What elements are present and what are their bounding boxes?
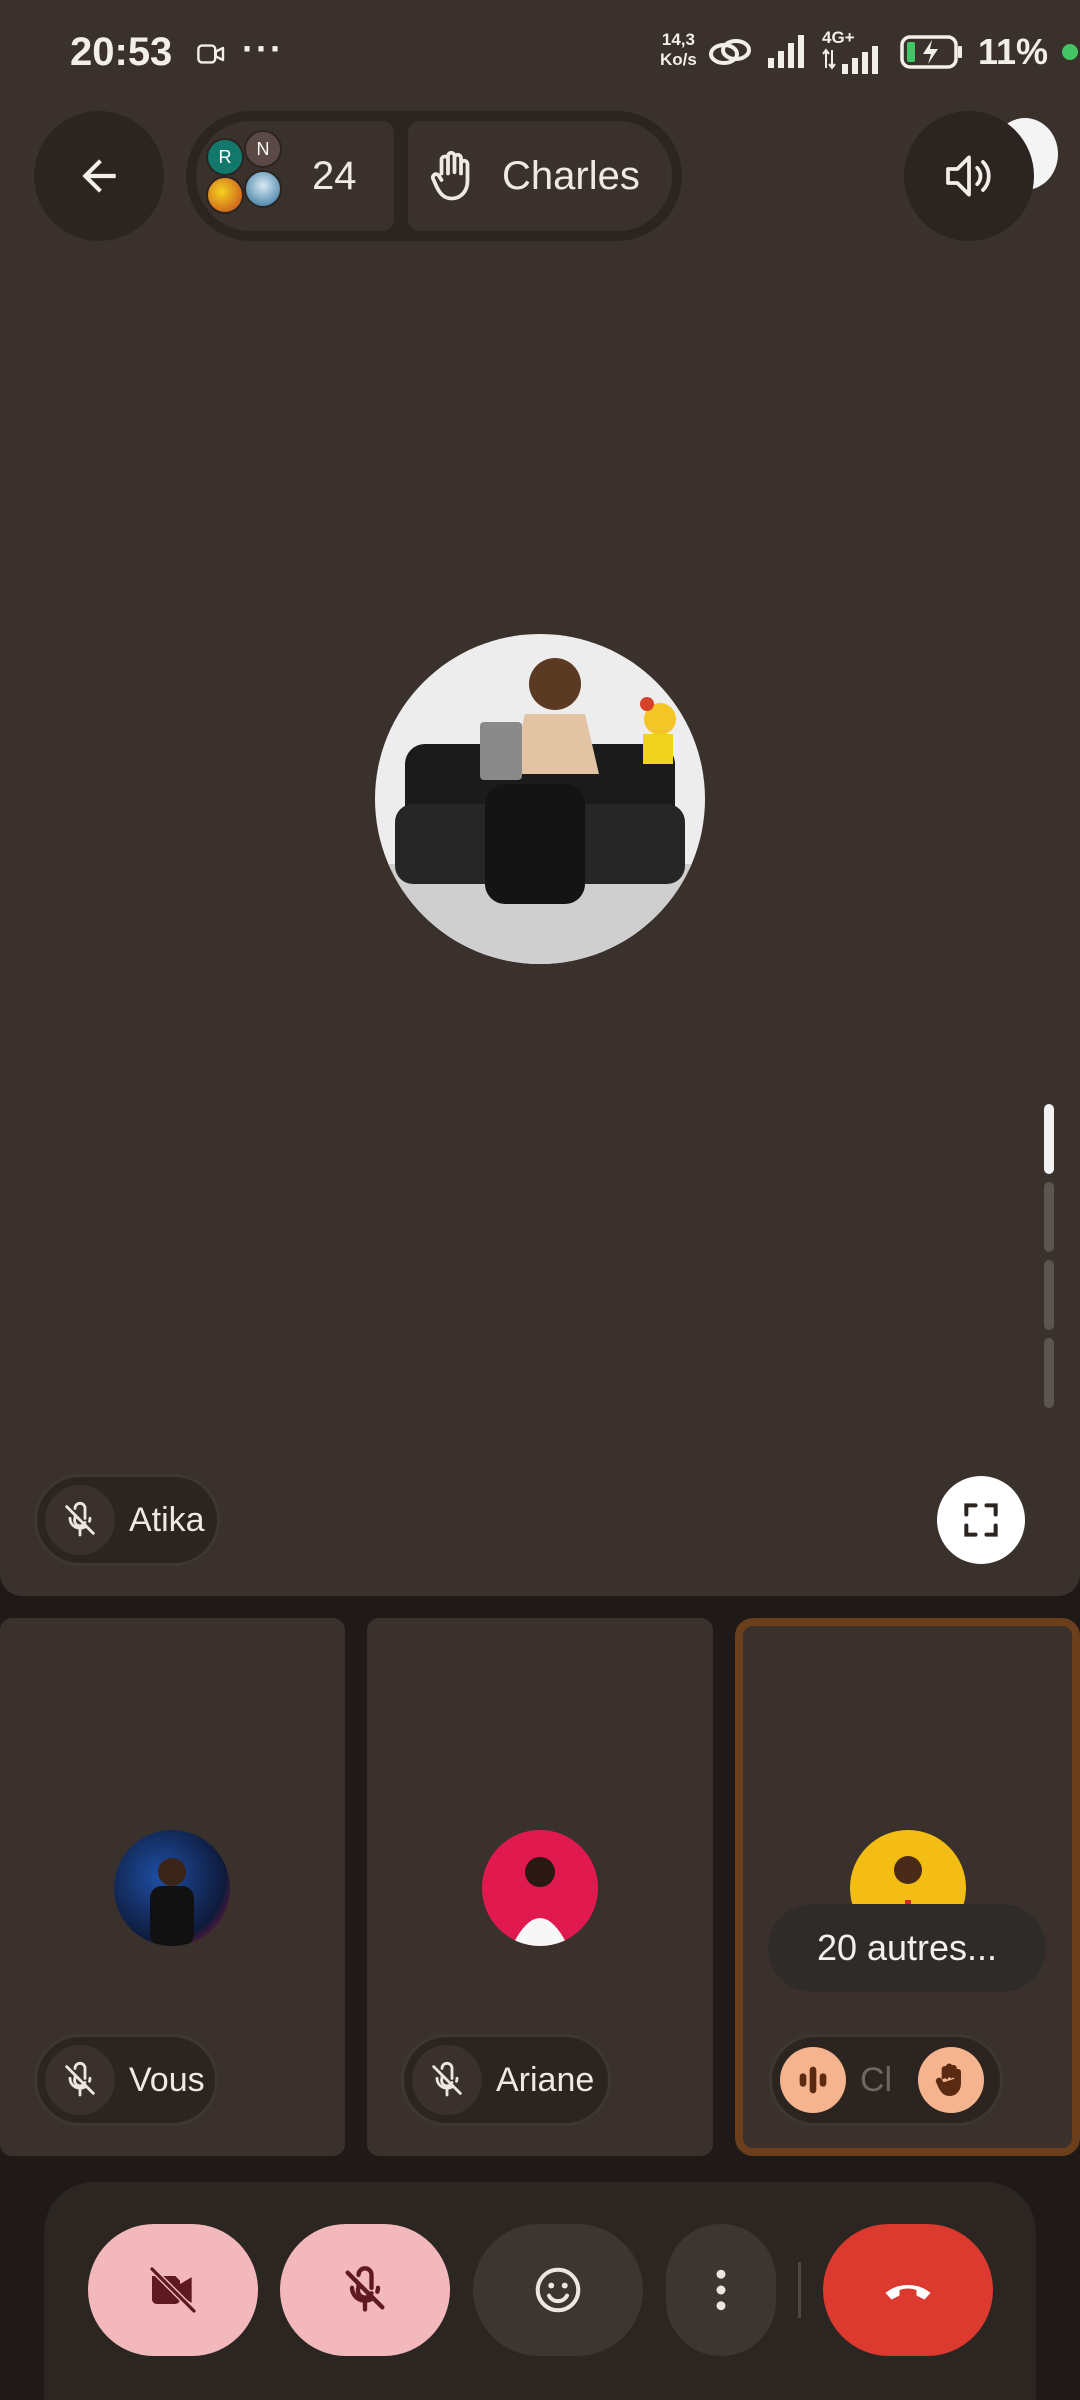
reactions-button[interactable] [473, 2224, 643, 2356]
page-indicator[interactable] [1044, 1182, 1054, 1252]
raised-hand-indicator [918, 2047, 984, 2113]
mic-off-indicator [45, 2045, 115, 2115]
mobile-signal: 4G+ [822, 28, 886, 74]
battery-charging-icon [900, 35, 962, 69]
mic-off-indicator [45, 1485, 115, 1555]
avatar: R [206, 138, 244, 176]
participant-name: Ariane [496, 2060, 595, 2099]
privacy-indicator-dot [1062, 44, 1079, 60]
battery-percent: 11% [978, 31, 1049, 72]
raised-hand-icon [935, 2063, 961, 2096]
mic-off-icon [432, 2061, 462, 2097]
participant-tile-vous[interactable]: Vous [0, 1618, 345, 2156]
avatar [482, 1830, 598, 1946]
more-notifications-icon: ··· [242, 28, 284, 69]
fullscreen-icon [964, 1503, 998, 1537]
cell-signal-icon [822, 46, 878, 74]
signal-icon [768, 35, 804, 68]
avatar: N [244, 130, 282, 168]
speaking-indicator [780, 2047, 846, 2113]
mic-off-icon [345, 2266, 385, 2312]
page-indicator[interactable] [1044, 1260, 1054, 1330]
network-type: 4G+ [822, 28, 855, 47]
raised-hand-button[interactable]: Charles [408, 121, 672, 231]
back-button[interactable] [34, 111, 164, 241]
mic-off-icon [65, 2061, 95, 2097]
mic-off-icon [65, 1501, 95, 1537]
others-count-badge[interactable]: 20 autres... [768, 1904, 1046, 1992]
participant-name-chip: Ariane [401, 2034, 611, 2126]
raised-hand-icon [430, 150, 470, 201]
hotspot-link-icon [709, 39, 751, 65]
camera-toggle-button[interactable] [88, 2224, 258, 2356]
participant-name-chip: Vous [34, 2034, 218, 2126]
audio-level-icon [799, 2066, 827, 2094]
speaker-avatar [375, 634, 705, 964]
fullscreen-button[interactable] [937, 1476, 1025, 1564]
speaker-name: Atika [129, 1500, 205, 1539]
participants-pill[interactable]: R N 24 Charles [186, 111, 682, 241]
audio-output-button[interactable] [904, 111, 1034, 241]
mic-off-indicator [412, 2045, 482, 2115]
hang-up-icon [885, 2284, 931, 2300]
status-bar: 20:53 ··· 14,3 Ko/s 4G+ 11% [0, 0, 1080, 100]
more-options-button[interactable] [666, 2224, 776, 2356]
video-call-icon [197, 44, 225, 64]
participant-name: Cl [860, 2060, 893, 2099]
participant-tile-others[interactable]: Cl [735, 1618, 1080, 2156]
avatar [206, 176, 244, 214]
page-indicator[interactable] [1044, 1338, 1054, 1408]
status-time: 20:53 [70, 30, 173, 74]
raised-hand-name: Charles [502, 153, 640, 198]
participant-avatars: R N [206, 130, 290, 218]
participant-name-chip: Cl [769, 2034, 1003, 2126]
end-call-button[interactable] [823, 2224, 993, 2356]
page-indicator-active[interactable] [1044, 1104, 1054, 1174]
main-stage: R N 24 Charles Atika [0, 0, 1080, 1596]
status-icons: 4G+ 11% [708, 28, 1079, 74]
participants-count-button[interactable]: R N 24 [196, 121, 394, 231]
mic-toggle-button[interactable] [280, 2224, 450, 2356]
participant-tile-ariane[interactable]: Ariane [367, 1618, 713, 2156]
participant-name: Vous [129, 2060, 205, 2099]
emoji-icon [535, 2267, 581, 2313]
participant-count: 24 [312, 153, 357, 198]
avatar [114, 1830, 230, 1946]
avatar [244, 170, 282, 208]
net-speed: 14,3 Ko/s [660, 30, 697, 69]
speaker-photo [375, 634, 705, 964]
controls-divider [798, 2262, 801, 2318]
more-vertical-icon [716, 2269, 726, 2311]
camera-off-icon [148, 2265, 198, 2315]
arrow-left-icon [82, 159, 116, 193]
speaker-name-chip: Atika [34, 1474, 220, 1566]
speaker-icon [946, 155, 991, 197]
